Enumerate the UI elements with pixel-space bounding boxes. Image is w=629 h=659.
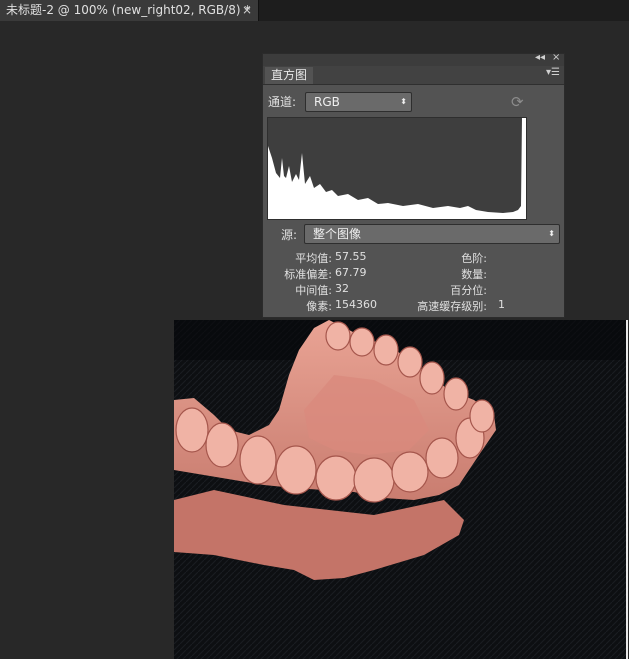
canvas-edge [626, 320, 628, 659]
source-label: 源: [281, 228, 298, 242]
stat-count-label: 数量: [461, 268, 487, 281]
document-tab-bar: 未标题-2 @ 100% (new_right02, RGB/8) * × [0, 0, 629, 21]
document-tab-title: 未标题-2 @ 100% (new_right02, RGB/8) * [6, 3, 251, 17]
source-value: 整个图像 [313, 227, 362, 241]
stat-level-label: 色阶: [461, 252, 487, 265]
stat-median-label: 中间值: [295, 284, 332, 297]
stat-mean-value: 57.55 [335, 250, 367, 263]
channel-select[interactable]: RGB ⬍ [305, 92, 412, 112]
stat-stddev-value: 67.79 [335, 266, 367, 279]
channel-label: 通道: [268, 95, 297, 109]
histogram-graph [267, 117, 527, 220]
collapse-icon[interactable]: ◂◂ [535, 52, 545, 63]
close-icon[interactable]: × [242, 0, 252, 21]
stat-cache-value: 1 [498, 298, 505, 311]
stat-median-value: 32 [335, 282, 349, 295]
panel-tab-strip: 直方图 ▾☰ [263, 66, 564, 85]
stat-cache-label: 高速缓存级别: [417, 300, 487, 313]
histogram-fill [268, 118, 522, 213]
refresh-icon[interactable]: ⟳ [511, 93, 524, 111]
stat-pixels-label: 像素: [306, 300, 332, 313]
channel-value: RGB [314, 95, 340, 109]
canvas-image[interactable] [174, 320, 626, 659]
source-select[interactable]: 整个图像 ⬍ [304, 224, 560, 244]
stat-pixels-value: 154360 [335, 298, 377, 311]
panel-header[interactable]: ◂◂ × [263, 52, 564, 66]
histogram-panel: ◂◂ × 直方图 ▾☰ 通道: RGB ⬍ ⟳ 源: 整个图像 ⬍ 平均值: 5… [262, 52, 565, 318]
stat-stddev-label: 标准偏差: [284, 268, 332, 281]
chevron-updown-icon: ⬍ [548, 229, 555, 238]
tab-histogram[interactable]: 直方图 [265, 67, 313, 84]
stat-percentile-label: 百分位: [450, 284, 487, 297]
stat-mean-label: 平均值: [295, 252, 332, 265]
close-icon[interactable]: × [552, 52, 560, 63]
document-tab[interactable]: 未标题-2 @ 100% (new_right02, RGB/8) * × [0, 0, 259, 21]
panel-menu-icon[interactable]: ▾☰ [546, 67, 560, 78]
chevron-updown-icon: ⬍ [400, 97, 407, 106]
